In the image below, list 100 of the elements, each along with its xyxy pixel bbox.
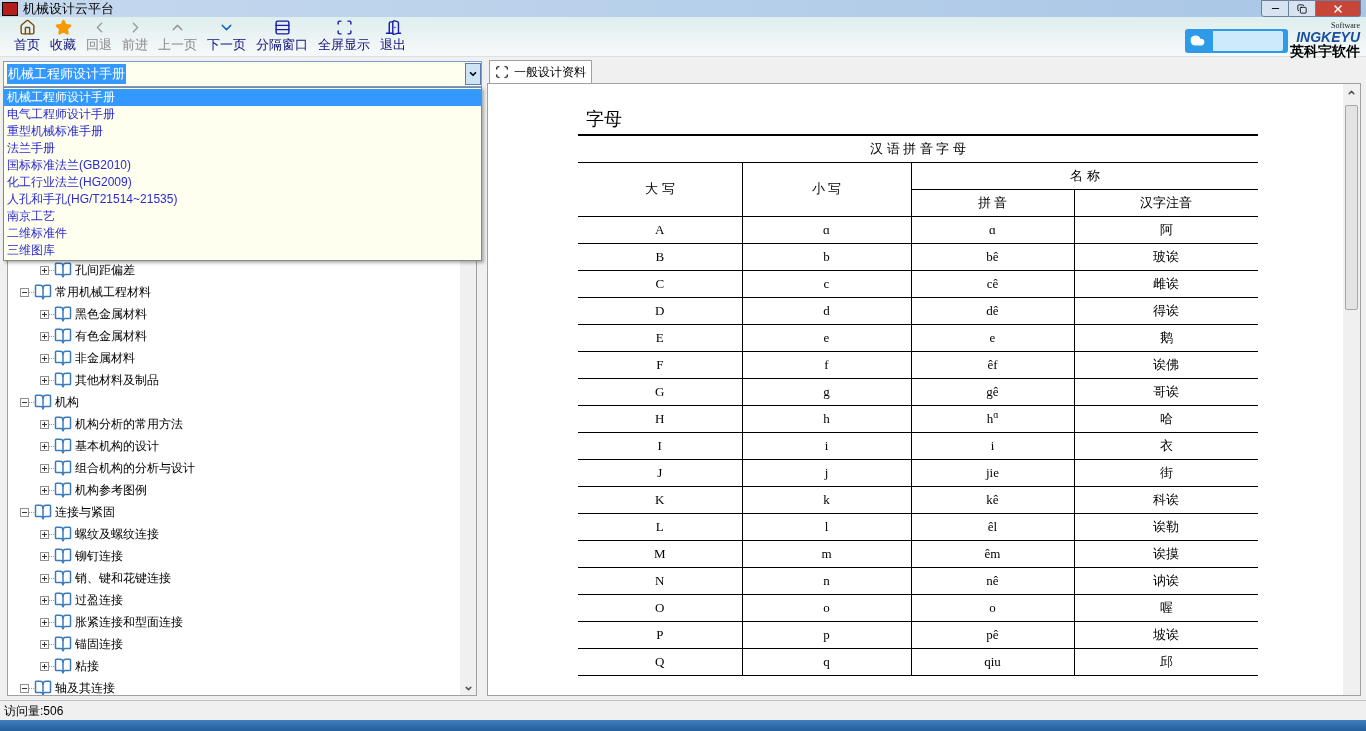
- expand-toggle[interactable]: [40, 485, 49, 495]
- scrollbar[interactable]: [1343, 84, 1360, 695]
- book-icon: [54, 305, 72, 323]
- tree-item[interactable]: 常用机械工程材料: [55, 283, 151, 301]
- scroll-up-icon: [1347, 88, 1356, 97]
- tree-item[interactable]: 胀紧连接和型面连接: [75, 613, 183, 631]
- dropdown-option[interactable]: 二维标准件: [4, 225, 481, 242]
- table-cell: o: [911, 594, 1074, 621]
- book-icon: [54, 591, 72, 609]
- minimize-button[interactable]: [1261, 0, 1289, 17]
- table-cell: bê: [911, 243, 1074, 270]
- table-cell: q: [742, 648, 911, 675]
- tree-item[interactable]: 铆钉连接: [75, 547, 123, 565]
- scroll-thumb[interactable]: [1345, 105, 1358, 310]
- expand-toggle[interactable]: [40, 551, 49, 561]
- expand-toggle[interactable]: [40, 265, 49, 275]
- book-icon: [54, 437, 72, 455]
- toolbar-button[interactable]: 退出: [378, 17, 408, 53]
- expand-toggle[interactable]: [40, 573, 49, 583]
- tree-item[interactable]: 轴及其连接: [55, 679, 115, 695]
- table-cell: jie: [911, 459, 1074, 486]
- table-cell: 玻诶: [1074, 243, 1258, 270]
- dropdown-option[interactable]: 重型机械标准手册: [4, 123, 481, 140]
- book-icon: [54, 261, 72, 279]
- table-cell: I: [578, 432, 742, 459]
- tree-item[interactable]: 有色金属材料: [75, 327, 147, 345]
- dropdown-option[interactable]: 三维图库: [4, 242, 481, 259]
- dropdown-button[interactable]: [465, 63, 481, 85]
- table-cell: G: [578, 378, 742, 405]
- collapse-toggle[interactable]: [20, 397, 29, 407]
- scroll-down-icon: [463, 684, 473, 693]
- expand-toggle[interactable]: [40, 661, 49, 671]
- table-cell: d: [742, 297, 911, 324]
- table-cell: kê: [911, 486, 1074, 513]
- collapse-toggle[interactable]: [20, 507, 29, 517]
- expand-toggle[interactable]: [40, 639, 49, 649]
- table-cell: E: [578, 324, 742, 351]
- tree-item[interactable]: 孔间距偏差: [75, 261, 135, 279]
- table-cell: e: [742, 324, 911, 351]
- tree-item[interactable]: 螺纹及螺纹连接: [75, 525, 159, 543]
- expand-toggle[interactable]: [40, 441, 49, 451]
- table-cell: 阿: [1074, 216, 1258, 243]
- column-header: 大 写: [578, 162, 742, 216]
- cloud-icon: [1190, 33, 1205, 48]
- tree-item[interactable]: 组合机构的分析与设计: [75, 459, 195, 477]
- toolbar-button[interactable]: 下一页: [205, 17, 248, 53]
- dropdown-option[interactable]: 人孔和手孔(HG/T21514~21535): [4, 191, 481, 208]
- window-title: 机械设计云平台: [23, 0, 114, 18]
- restore-button[interactable]: [1289, 0, 1315, 17]
- table-cell: h: [742, 405, 911, 432]
- table-cell: gê: [911, 378, 1074, 405]
- toolbar-button[interactable]: 首页: [12, 17, 42, 53]
- tree-item[interactable]: 其他材料及制品: [75, 371, 159, 389]
- split-window-icon: [273, 19, 291, 36]
- collapse-toggle[interactable]: [20, 287, 29, 297]
- book-icon: [54, 349, 72, 367]
- tree-item[interactable]: 机构参考图例: [75, 481, 147, 499]
- tree-item[interactable]: 基本机构的设计: [75, 437, 159, 455]
- collapse-toggle[interactable]: [20, 683, 29, 693]
- tree-item[interactable]: 机构分析的常用方法: [75, 415, 183, 433]
- tree-item[interactable]: 连接与紧固: [55, 503, 115, 521]
- tree-item[interactable]: 黑色金属材料: [75, 305, 147, 323]
- toolbar-button[interactable]: 收藏: [48, 17, 78, 53]
- dropdown-option[interactable]: 化工行业法兰(HG2009): [4, 174, 481, 191]
- toolbar-button[interactable]: 分隔窗口: [254, 17, 310, 53]
- table-cell: p: [742, 621, 911, 648]
- dropdown-option[interactable]: 法兰手册: [4, 140, 481, 157]
- expand-toggle[interactable]: [40, 309, 49, 319]
- expand-toggle[interactable]: [40, 419, 49, 429]
- expand-toggle[interactable]: [40, 331, 49, 341]
- tree-item[interactable]: 粘接: [75, 657, 99, 675]
- table-cell: 喔: [1074, 594, 1258, 621]
- table-cell: êf: [911, 351, 1074, 378]
- dropdown-option[interactable]: 南京工艺: [4, 208, 481, 225]
- expand-toggle[interactable]: [40, 375, 49, 385]
- table-cell: nê: [911, 567, 1074, 594]
- table-cell: f: [742, 351, 911, 378]
- book-icon: [54, 569, 72, 587]
- table-cell: ɑ: [742, 216, 911, 243]
- dropdown-option[interactable]: 电气工程师设计手册: [4, 106, 481, 123]
- table-cell: ɑ: [911, 216, 1074, 243]
- expand-toggle[interactable]: [40, 595, 49, 605]
- expand-toggle[interactable]: [40, 617, 49, 627]
- expand-toggle[interactable]: [40, 353, 49, 363]
- book-icon: [54, 525, 72, 543]
- cloud-upload-badge[interactable]: [1185, 28, 1288, 53]
- tree-item[interactable]: 非金属材料: [75, 349, 135, 367]
- toolbar-button[interactable]: 全屏显示: [316, 17, 372, 53]
- tree-item[interactable]: 过盈连接: [75, 591, 123, 609]
- dropdown-option[interactable]: 国标标准法兰(GB2010): [4, 157, 481, 174]
- table-cell: 诶佛: [1074, 351, 1258, 378]
- column-header: 汉字注音: [1074, 189, 1258, 216]
- expand-toggle[interactable]: [40, 463, 49, 473]
- expand-toggle[interactable]: [40, 529, 49, 539]
- table-cell: m: [742, 540, 911, 567]
- tree-item[interactable]: 锚固连接: [75, 635, 123, 653]
- tree-item[interactable]: 销、键和花键连接: [75, 569, 171, 587]
- table-cell: H: [578, 405, 742, 432]
- content-tab[interactable]: 一般设计资料: [489, 60, 592, 83]
- tree-item[interactable]: 机构: [55, 393, 79, 411]
